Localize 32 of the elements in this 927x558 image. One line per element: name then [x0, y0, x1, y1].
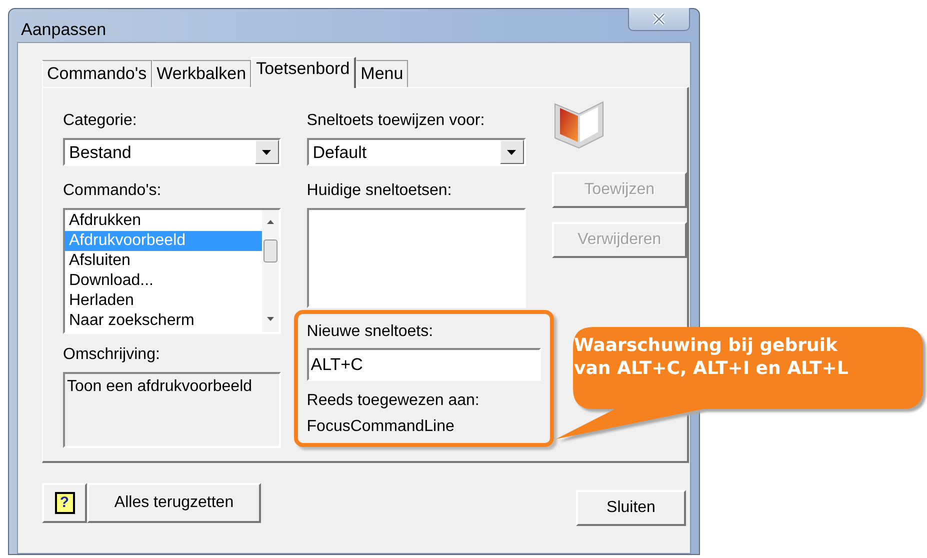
list-item[interactable]: Download... [65, 271, 262, 291]
help-button[interactable]: ? [42, 483, 87, 523]
help-icon: ? [54, 492, 74, 514]
reset-button[interactable]: Alles terugzetten [87, 483, 261, 523]
field-label: Reeds toegewezen aan: [306, 391, 480, 411]
shortcuts-list[interactable] [306, 208, 526, 308]
list-item[interactable]: Afdrukken [65, 211, 262, 231]
assign-dropdown[interactable]: Default [306, 138, 526, 166]
field-label: Sneltoets toewijzen voor: [306, 111, 486, 131]
tab[interactable]: Werkbalken [152, 60, 252, 87]
field-label: Omschrijving: [63, 345, 161, 365]
field-label: Commando's: [63, 181, 162, 201]
close-icon [652, 13, 666, 25]
field-label: Huidige sneltoetsen: [306, 181, 453, 201]
category-dropdown[interactable]: Bestand [63, 138, 281, 166]
callout-text: Waarschuwing bij gebruik van ALT+C, ALT+I en ALT+L [574, 334, 848, 380]
caret-icon [262, 150, 272, 154]
window-title: Aanpassen [21, 20, 106, 40]
tab[interactable]: Toetsenbord [251, 57, 356, 88]
assigned-command: FocusCommandLine [306, 417, 456, 437]
description-text: Toon een afdrukvoorbeeld [67, 378, 252, 395]
field-label: Categorie: [63, 111, 138, 131]
field-label: Nieuwe sneltoets: [306, 322, 434, 342]
list-item[interactable]: Naar zoekscherm [65, 311, 262, 331]
shortcut-input[interactable]: ALT+C [306, 348, 541, 381]
close-dialog-button[interactable]: Sluiten [576, 490, 686, 526]
close-button[interactable] [628, 8, 690, 31]
caret-icon [507, 150, 516, 154]
tab[interactable]: Commando's [42, 60, 152, 87]
list-item[interactable]: Afsluiten [65, 251, 262, 271]
tab[interactable]: Menu [356, 60, 408, 87]
list-item[interactable]: Herladen [65, 291, 262, 311]
